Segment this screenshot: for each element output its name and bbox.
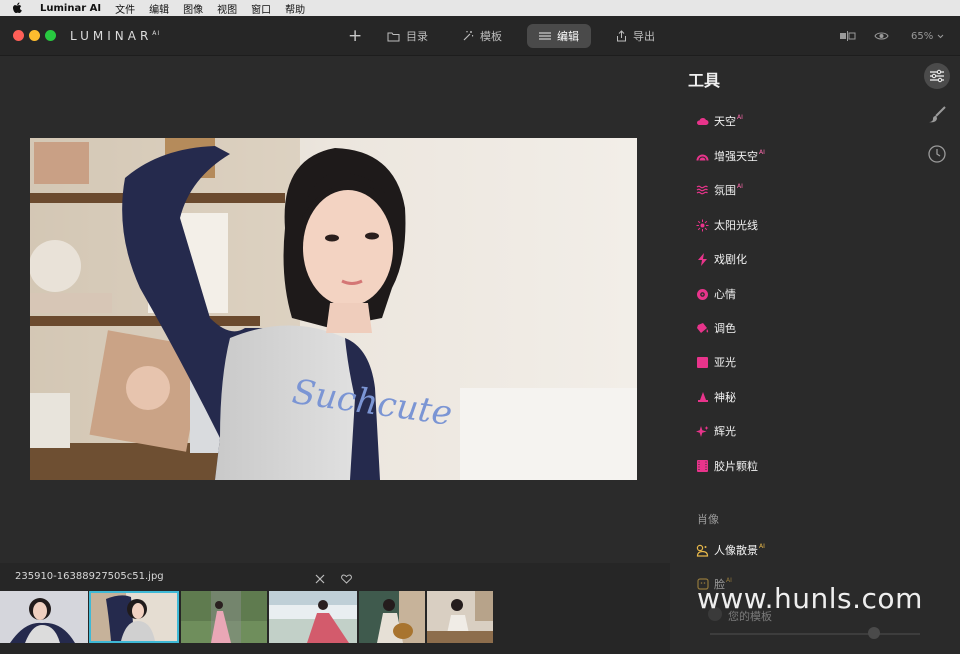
- close-window-button[interactable]: [13, 30, 24, 41]
- app-menu[interactable]: Luminar AI: [40, 3, 101, 14]
- title-bar: LUMINARAI + 目录 模板 编辑 导出 65%: [0, 16, 960, 56]
- tab-templates[interactable]: 模板: [462, 24, 502, 48]
- panel-rail: [924, 63, 952, 180]
- folder-icon: [387, 32, 400, 41]
- menu-edit[interactable]: 编辑: [149, 1, 169, 16]
- thumbnail-selected[interactable]: [89, 591, 179, 643]
- film-grain-icon: [696, 460, 709, 473]
- brush-button[interactable]: [924, 102, 950, 128]
- slider-handle[interactable]: [868, 627, 880, 639]
- sky-enhance-icon: [696, 150, 709, 163]
- thumbnail[interactable]: [427, 591, 493, 643]
- cloud-icon: [696, 115, 709, 128]
- clock-icon: [928, 145, 946, 163]
- menu-image[interactable]: 图像: [183, 1, 203, 16]
- sunrays-icon: [696, 219, 709, 232]
- menu-window[interactable]: 窗口: [251, 1, 271, 16]
- zoom-select[interactable]: 65%: [911, 24, 944, 48]
- tool-glow[interactable]: 辉光: [696, 422, 737, 440]
- add-button[interactable]: +: [348, 24, 362, 48]
- menu-view[interactable]: 视图: [217, 1, 237, 16]
- tool-film-grain[interactable]: 胶片颗粒: [696, 457, 759, 475]
- apple-icon[interactable]: [12, 2, 28, 14]
- tool-sunrays[interactable]: 太阳光线: [696, 216, 759, 234]
- tab-catalog[interactable]: 目录: [387, 24, 428, 48]
- sliders-icon: [539, 32, 551, 40]
- eye-icon: [874, 32, 889, 40]
- preview-toggle[interactable]: [874, 24, 895, 48]
- thumbnail[interactable]: [0, 591, 88, 643]
- drama-icon: [696, 252, 709, 266]
- reject-icon[interactable]: [315, 569, 325, 588]
- share-icon: [617, 30, 626, 42]
- tool-matte[interactable]: 亚光: [696, 353, 737, 371]
- watermark-text: www.hunls.com: [697, 582, 923, 615]
- matte-icon: [696, 356, 709, 369]
- atmosphere-icon: [696, 184, 709, 197]
- section-portrait: 肖像: [697, 513, 719, 526]
- favorite-icon[interactable]: [341, 569, 352, 588]
- sliders-icon: [930, 69, 944, 83]
- minimize-window-button[interactable]: [29, 30, 40, 41]
- mystical-icon: [696, 391, 709, 404]
- tool-mood[interactable]: 心情: [696, 285, 737, 303]
- panel-title: 工具: [688, 71, 721, 90]
- tool-toning[interactable]: 调色: [696, 319, 737, 337]
- chevron-down-icon: [937, 34, 944, 38]
- slider-track[interactable]: [710, 633, 920, 635]
- tab-export[interactable]: 导出: [616, 24, 655, 48]
- tool-sky-enhancer[interactable]: 增强天空 AI: [696, 147, 765, 165]
- brush-icon: [929, 106, 946, 123]
- tab-edit[interactable]: 编辑: [527, 24, 591, 48]
- edit-tools-button[interactable]: [924, 63, 950, 89]
- menu-bar: Luminar AI 文件 编辑 图像 视图 窗口 帮助: [0, 0, 960, 16]
- tool-mystical[interactable]: 神秘: [696, 388, 737, 406]
- magic-wand-icon: [463, 31, 474, 41]
- tool-portrait-bokeh[interactable]: 人像散景 AI: [696, 541, 765, 559]
- file-name: 235910-16388927505c51.jpg: [15, 571, 164, 582]
- menu-help[interactable]: 帮助: [285, 1, 305, 16]
- bokeh-icon: [696, 544, 709, 557]
- tools-panel: 工具 天空 AI 增强天空 AI 氛围 AI 太阳光线 戏剧化 心情 调色 亚光…: [670, 57, 960, 654]
- compare-icon: [840, 31, 856, 41]
- menu-file[interactable]: 文件: [115, 1, 135, 16]
- app-logo: LUMINARAI: [70, 29, 161, 43]
- thumbnail[interactable]: [181, 591, 267, 643]
- thumbnail[interactable]: [269, 591, 357, 643]
- thumbnail[interactable]: [359, 591, 425, 643]
- toning-icon: [696, 322, 709, 335]
- mood-icon: [696, 288, 709, 301]
- filmstrip: 235910-16388927505c51.jpg: [0, 563, 670, 654]
- history-button[interactable]: [924, 141, 950, 167]
- zoom-window-button[interactable]: [45, 30, 56, 41]
- tool-atmosphere[interactable]: 氛围 AI: [696, 181, 743, 199]
- compare-toggle[interactable]: [839, 24, 863, 48]
- tool-drama[interactable]: 戏剧化: [696, 250, 748, 268]
- edited-photo[interactable]: Suchcute: [30, 138, 637, 480]
- glow-icon: [696, 425, 709, 438]
- tool-sky[interactable]: 天空 AI: [696, 112, 743, 130]
